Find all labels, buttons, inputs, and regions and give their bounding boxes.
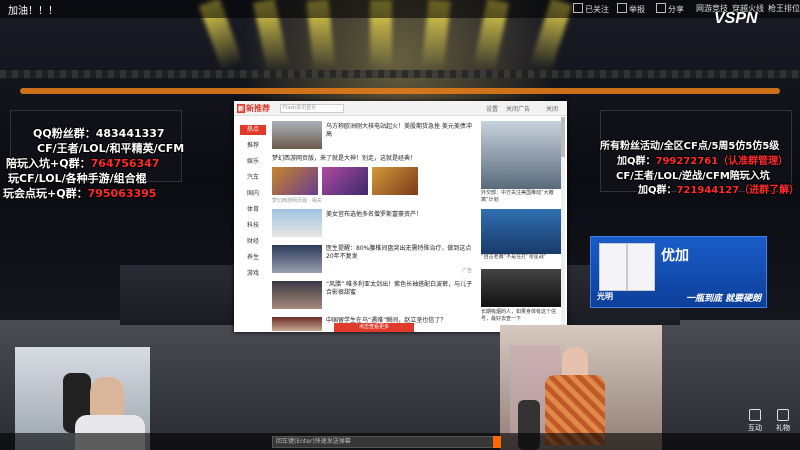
feature-image[interactable] [481, 209, 561, 254]
vspn-logo: VSPN [714, 10, 758, 27]
feature-caption: 外交部：中方关注美国推动“大撤离”计划 [481, 190, 554, 203]
news-item[interactable]: 梦幻西游网页版，来了就是大神！别走，这就是经典！ 梦幻西游网页版 · 相关 [272, 155, 477, 204]
scrollbar-thumb[interactable] [561, 117, 565, 157]
news-thumbnail [272, 317, 322, 331]
games-line: CF/王者/LOL/和平精英/CFM [37, 142, 185, 155]
news-meta: 梦幻西游网页版 · 相关 [272, 198, 322, 204]
news-item[interactable]: 医生提醒：80%腰椎间盘突出无需特殊治疗，做到这点20年不复发 广告 [272, 245, 477, 275]
sidebar-item-domestic[interactable]: 国内 [240, 189, 266, 199]
report-icon [617, 3, 627, 13]
news-item[interactable]: “风腊” 唯多利亚太剑出！紫色长袖搭配白波裤，与儿子合影很甜蜜 [272, 281, 477, 311]
popup-logo: 新新推荐 [237, 104, 271, 113]
webcam-streamer-2 [500, 325, 662, 450]
right-info-line1: 所有粉丝活动/全区CF点/5周5仿5仿5级 [600, 141, 780, 152]
news-title: 医生提醒：80%腰椎间盘突出无需特殊治疗，做到这点20年不复发 [326, 245, 472, 260]
popup-bottom-banner[interactable]: 点击查看更多 [334, 323, 414, 332]
milk-carton-image [599, 243, 627, 291]
play-line: 玩CF/LOL/各种手游/组合棍 [8, 172, 147, 185]
follow-icon [573, 3, 583, 13]
popup-header: 新新推荐 Flash资讯首页 设置 关闭广告 关闭 [234, 101, 567, 116]
news-thumbnail [272, 281, 322, 309]
news-popup-window[interactable]: 新新推荐 Flash资讯首页 设置 关闭广告 关闭 热点 推荐 娱乐 汽车 国内… [234, 101, 567, 332]
popup-right-column: 外交部：中方关注美国推动“大撤离”计划 “自古老撤”不是在打“零星战” 长期吸烟… [481, 119, 561, 331]
stage-truss [0, 70, 800, 78]
sidebar-item-auto[interactable]: 汽车 [240, 173, 266, 183]
sidebar-item-tech[interactable]: 科技 [240, 221, 266, 231]
right-info-line2: 加Q群：799272761（认准群管理） [617, 156, 789, 167]
ad-slogan: 一瓶到底 就要硬朗 [686, 294, 762, 304]
rank-link[interactable]: 枪王排位 [768, 3, 800, 14]
ad-sub-brand: 光明 [597, 292, 613, 301]
game-ad-image [322, 167, 368, 195]
popup-settings-link[interactable]: 设置 [486, 104, 498, 113]
gift-button[interactable]: 礼物 [768, 408, 798, 432]
share-button[interactable]: 分享 [656, 3, 684, 15]
top-bar: 加油！！！ 已关注 举报 分享 网游竞技 穿越火线 枪王排位 [0, 0, 800, 18]
popup-sidebar: 热点 推荐 娱乐 汽车 国内 体育 科技 财经 养生 游戏 [234, 119, 266, 332]
feature-caption: 长期吸烟的人，如果身体有这个信号，最好去查一下 [481, 309, 557, 322]
popup-close-link[interactable]: 关闭 [546, 104, 558, 113]
interact-button[interactable]: 互动 [740, 408, 770, 432]
room-title: 加油！！！ [8, 6, 58, 17]
popup-search-input[interactable]: Flash资讯首页 [280, 104, 344, 113]
lead-group-line: 陪玩入坑+Q群：764756347 [6, 157, 160, 170]
news-title: “风腊” 唯多利亚太剑出！紫色长袖搭配白波裤，与儿子合影很甜蜜 [326, 281, 473, 296]
danmaku-input[interactable]: 回车键(Enter)快速发送弹幕 [272, 436, 499, 448]
sidebar-item-recommend[interactable]: 推荐 [240, 141, 266, 151]
milk-carton-image [627, 243, 655, 291]
ad-tag: 广告 [462, 268, 473, 274]
streamer-head [90, 377, 124, 417]
news-thumbnail [272, 121, 322, 149]
news-item[interactable]: 美女宫布选他多名僧罗斯富豪资产！ [272, 209, 477, 239]
right-info-line3: CF/王者/LOL/逆战/CFM陪玩入坑 [616, 171, 770, 182]
game-ad-image [272, 167, 318, 195]
interact-icon [749, 409, 761, 421]
news-title: 美女宫布选他多名僧罗斯富豪资产！ [326, 211, 423, 218]
ad-brand: 优加 [661, 248, 689, 264]
gift-icon [777, 409, 789, 421]
news-thumbnail [272, 209, 322, 237]
sidebar-item-sports[interactable]: 体育 [240, 205, 266, 215]
sidebar-item-health[interactable]: 养生 [240, 253, 266, 263]
qq-group-line: QQ粉丝群：483441337 [33, 127, 165, 140]
feature-image[interactable] [481, 269, 561, 307]
stage-orange-rim [20, 88, 780, 94]
sidebar-item-hot[interactable]: 热点 [240, 125, 266, 135]
feature-caption: “自古老撤”不是在打“零星战” [481, 254, 547, 260]
news-title: 梦幻西游网页版，来了就是大神！别走，这就是经典！ [272, 155, 417, 162]
sidebar-item-finance[interactable]: 财经 [240, 237, 266, 247]
news-thumbnail [272, 245, 322, 273]
sidebar-item-entertainment[interactable]: 娱乐 [240, 157, 266, 167]
sidebar-item-games[interactable]: 游戏 [240, 269, 266, 279]
popup-scrollbar[interactable] [561, 117, 565, 331]
game-ad-image [372, 167, 418, 195]
share-icon [656, 3, 666, 13]
send-danmaku-button[interactable] [493, 436, 501, 448]
right-info-line4: 加Q群：721944127（进群了解） [638, 185, 800, 196]
news-title: 乌方称欧洲刚大核电站起火！美股期货急挫 美元美债冲高 [326, 123, 472, 138]
extra-group-line: 玩会点玩+Q群：795063395 [3, 187, 157, 200]
feature-image[interactable] [481, 121, 561, 189]
milk-ad-banner[interactable]: 优加 光明 一瓶到底 就要硬朗 [590, 236, 767, 308]
news-item[interactable]: 乌方称欧洲刚大核电站起火！美股期货急挫 美元美债冲高 [272, 121, 477, 151]
follow-button[interactable]: 已关注 [573, 3, 609, 15]
popup-close-ads-link[interactable]: 关闭广告 [506, 104, 530, 113]
report-button[interactable]: 举报 [617, 3, 645, 15]
news-feed: 乌方称欧洲刚大核电站起火！美股期货急挫 美元美债冲高 梦幻西游网页版，来了就是大… [272, 119, 477, 332]
